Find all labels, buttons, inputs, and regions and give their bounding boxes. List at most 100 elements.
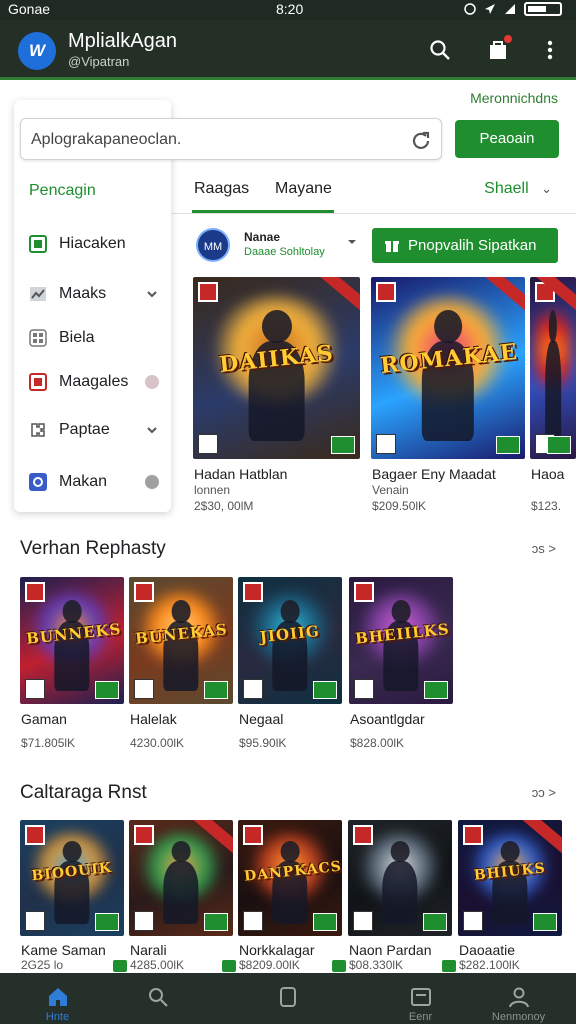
game-subtitle: Venain — [372, 483, 409, 497]
art-character — [545, 340, 561, 441]
side-item-1[interactable]: Hiacaken — [29, 230, 171, 258]
age-badge-icon — [547, 436, 571, 454]
game-artwork[interactable]: DAIIKAS — [193, 277, 360, 459]
side-item-label: Maaks — [59, 285, 107, 302]
gift-icon — [385, 241, 399, 252]
chevron-down-icon — [147, 291, 157, 298]
search-field[interactable] — [20, 118, 442, 160]
game-artwork[interactable] — [348, 820, 452, 936]
side-item-3[interactable]: Biela — [29, 324, 171, 352]
game-artwork[interactable]: DANPKACS — [238, 820, 342, 936]
chevron-down-icon[interactable] — [346, 236, 358, 248]
search-icon — [148, 988, 168, 1007]
art-character-head — [62, 840, 82, 862]
age-badge-icon — [204, 681, 228, 699]
game-title: Haoa — [531, 466, 565, 482]
nfc-icon — [464, 3, 476, 15]
rating-badge-icon — [198, 282, 218, 302]
section-more-2[interactable]: ɔɔ > — [532, 785, 556, 800]
inbox-icon — [410, 988, 431, 1006]
game-artwork[interactable]: BHIUKS — [458, 820, 562, 936]
game-artwork[interactable]: ROMAKAE — [371, 277, 525, 459]
chart-icon — [30, 287, 46, 301]
rating-badge-icon — [134, 825, 154, 845]
verified-badge-icon — [442, 960, 456, 972]
section-more-1[interactable]: ɔs > — [532, 541, 556, 556]
game-price: $08.330lK — [349, 958, 404, 972]
game-price: $95.90lK — [239, 736, 287, 750]
refresh-icon[interactable] — [411, 130, 431, 150]
age-badge-icon — [95, 681, 119, 699]
game-artwork[interactable]: BUNEKAS — [129, 577, 233, 704]
tab-right-dropdown[interactable]: Shaell ⌄ — [484, 180, 552, 198]
age-badge-icon — [204, 913, 228, 931]
game-subtitle: lonnen — [194, 483, 231, 497]
home-icon — [48, 988, 67, 1006]
publisher-badge-icon — [134, 911, 154, 931]
nav-label: Hnte — [45, 1011, 70, 1023]
rating-badge-icon — [25, 582, 45, 602]
app-title: MplialkAgan — [68, 30, 177, 52]
search-input[interactable] — [31, 127, 401, 153]
nav-profile[interactable]: Nenmonoy — [461, 973, 576, 1024]
notification-dot — [504, 35, 512, 43]
game-title: Halelak — [130, 711, 177, 727]
game-title: Hadan Hatblan — [194, 466, 288, 482]
blue-square-icon — [29, 473, 47, 491]
game-title: Daoaatie — [459, 942, 516, 958]
signal-icon — [505, 4, 515, 14]
store-icon[interactable] — [486, 35, 512, 62]
promo-button-label: Pnopvalih Sipatkan — [408, 237, 537, 254]
game-price: $123. — [531, 499, 562, 513]
game-price: 4285.00lK — [130, 958, 185, 972]
game-title: Negaal — [239, 711, 284, 727]
game-title: Narali — [130, 942, 167, 958]
game-artwork[interactable]: BIOOUIK — [20, 820, 124, 936]
art-character-head — [434, 309, 462, 343]
age-badge-icon — [533, 913, 557, 931]
app-logo: W — [18, 32, 56, 70]
search-icon[interactable] — [428, 38, 452, 62]
side-item-2[interactable]: Maaks — [29, 280, 171, 308]
developer-avatar[interactable]: MM — [196, 228, 230, 262]
promo-button[interactable]: Pnopvalih Sipatkan — [372, 228, 558, 263]
app-bar: W MplialkAgan @Vipatran — [0, 20, 576, 80]
game-price: $71.805lK — [21, 736, 76, 750]
menu-link[interactable]: Meronnichdns — [470, 90, 558, 106]
nav-home[interactable]: Hnte — [0, 973, 115, 1024]
primary-button[interactable]: Peaoain — [455, 120, 559, 158]
carrier-label: Gonae — [8, 1, 51, 17]
verified-badge-icon — [113, 960, 127, 972]
rating-badge-icon — [463, 825, 483, 845]
nav-search[interactable] — [100, 973, 215, 1024]
game-artwork[interactable]: BHEIILKS — [349, 577, 453, 704]
puzzle-icon — [31, 423, 45, 437]
publisher-badge-icon — [354, 679, 374, 699]
game-artwork[interactable] — [530, 277, 576, 459]
rating-badge-icon — [134, 582, 154, 602]
side-panel-title: Pencagin — [29, 182, 96, 199]
game-price: 2$30, 00lM — [194, 499, 254, 513]
battery-icon — [524, 2, 562, 16]
game-title: Gaman — [21, 711, 67, 727]
game-artwork[interactable] — [129, 820, 233, 936]
more-vert-icon[interactable] — [538, 38, 562, 62]
art-character-head — [261, 309, 292, 343]
side-item-4[interactable]: Maagales — [29, 368, 171, 396]
art-character-head — [62, 599, 82, 623]
publisher-badge-icon — [134, 679, 154, 699]
tab-second[interactable]: Mayane — [275, 180, 332, 198]
nav-label: Nenmonoy — [491, 1011, 546, 1023]
side-item-label: Paptae — [59, 421, 110, 438]
side-panel: Pencagin Hiacaken Maaks Biela Maagales P… — [14, 100, 171, 512]
publisher-badge-icon — [243, 679, 263, 699]
developer-subtitle: Daaae Sohltolay — [244, 246, 325, 258]
game-artwork[interactable]: JIOIIG — [238, 577, 342, 704]
game-artwork[interactable]: BUNNEKS — [20, 577, 124, 704]
tab-first[interactable]: Raagas — [194, 180, 249, 198]
side-item-6[interactable]: Makan — [29, 468, 171, 496]
side-item-5[interactable]: Paptae — [29, 416, 171, 444]
nav-tablet[interactable] — [230, 973, 345, 1024]
status-bar: Gonae 8:20 — [0, 0, 576, 20]
age-badge-icon — [313, 913, 337, 931]
